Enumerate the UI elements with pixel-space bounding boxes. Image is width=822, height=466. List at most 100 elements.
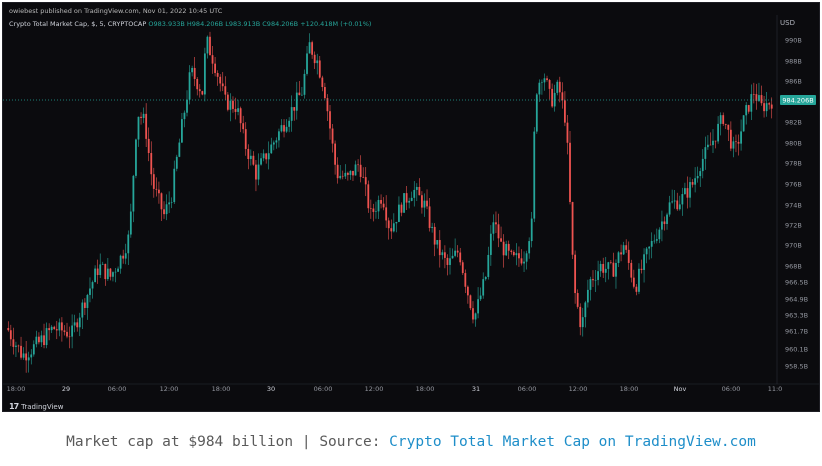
candle-body <box>272 142 275 145</box>
candle-body <box>270 144 273 154</box>
candle-body <box>137 116 140 140</box>
candle-body <box>265 153 268 160</box>
candle-body <box>17 345 20 347</box>
candle-body <box>530 218 533 242</box>
x-tick-label: 06:00 <box>314 385 333 393</box>
candle-body <box>40 335 43 343</box>
candle-body <box>546 78 548 81</box>
candle-body <box>525 253 528 262</box>
candle-body <box>295 92 298 111</box>
candle-body <box>686 188 689 198</box>
candle-body <box>497 224 500 239</box>
candle-body <box>747 105 750 112</box>
candle-body <box>109 268 112 277</box>
candle-body <box>724 123 727 125</box>
candle-body <box>104 263 107 280</box>
candle-body <box>76 322 79 328</box>
candle-body <box>699 171 702 177</box>
candle-body <box>188 72 191 100</box>
candle-body <box>198 89 201 92</box>
x-tick-label: 18:00 <box>416 385 435 393</box>
x-tick-label: 12:00 <box>569 385 588 393</box>
candle-body <box>586 289 589 303</box>
symbol-legend[interactable]: Crypto Total Market Cap, $, 5, CRYPTOCAP… <box>9 20 371 28</box>
candle-body <box>625 245 628 250</box>
candle-body <box>740 131 742 144</box>
candle-body <box>68 336 71 338</box>
candle-body <box>612 262 615 277</box>
y-tick-label: 978B <box>785 160 802 168</box>
tradingview-logo[interactable]: 17 TradingView <box>9 402 63 411</box>
candle-body <box>43 335 45 346</box>
candle-body <box>676 200 679 210</box>
candle-body <box>129 211 132 235</box>
y-tick-label: 958.5B <box>785 363 808 371</box>
candle-body <box>27 357 30 361</box>
candle-body <box>112 272 114 277</box>
candle-body <box>78 317 81 328</box>
candle-body <box>38 336 40 343</box>
x-tick-label: 12:00 <box>365 385 384 393</box>
y-tick-label: 986B <box>785 78 802 86</box>
candle-body <box>418 186 421 196</box>
candle-body <box>466 286 469 296</box>
candle-body <box>331 128 334 144</box>
candle-body <box>684 188 686 195</box>
candle-body <box>372 208 375 212</box>
candle-body <box>426 200 428 207</box>
price-axis[interactable]: 990B 988B 986B 982B 980B 978B 976B 974B 972B 970B… <box>785 37 808 371</box>
candle-body <box>249 155 252 160</box>
candle-body <box>30 354 33 358</box>
candle-body <box>89 288 91 295</box>
candle-body <box>632 277 635 287</box>
candle-body <box>640 268 643 270</box>
candle-body <box>229 100 232 110</box>
candle-body <box>117 268 119 272</box>
candle-body <box>234 108 237 112</box>
candle-body <box>346 172 349 175</box>
candle-body <box>523 261 525 264</box>
candle-body <box>364 177 367 185</box>
candle-body <box>712 140 714 146</box>
candle-body <box>339 175 342 179</box>
candle-body <box>592 279 594 281</box>
candle-body <box>709 144 712 146</box>
candle-body <box>454 250 457 256</box>
candle-body <box>242 123 245 130</box>
candle-body <box>487 254 490 277</box>
y-tick-label: 960.1B <box>785 346 808 354</box>
candle-body <box>507 243 510 251</box>
candle-body <box>119 255 122 269</box>
candle-body <box>765 103 768 112</box>
chart-panel[interactable]: 990B 988B 986B 982B 980B 978B 976B 974B 972B 970B… <box>2 2 820 412</box>
candle-body <box>459 252 462 263</box>
candle-body <box>181 119 183 143</box>
candle-body <box>602 263 605 273</box>
candle-body <box>638 268 640 292</box>
time-axis[interactable]: 18:00 29 06:00 12:00 18:00 30 06:00 12:00 18:00 3… <box>3 15 819 393</box>
tradingview-logo-text: TradingView <box>21 402 64 411</box>
candle-body <box>770 104 773 109</box>
candle-body <box>551 88 554 107</box>
source-link[interactable]: Crypto Total Market Cap on TradingView.c… <box>389 434 756 450</box>
candle-body <box>387 220 390 229</box>
candle-body <box>431 226 434 228</box>
candle-body <box>357 164 359 166</box>
candle-body <box>403 193 405 213</box>
y-tick-label: 966.5B <box>785 279 808 287</box>
candle-body <box>260 158 262 165</box>
candle-body <box>696 176 699 179</box>
x-tick-label: 11:0 <box>768 385 783 393</box>
candle-body <box>581 317 584 328</box>
x-tick-label: 29 <box>62 385 70 393</box>
y-tick-label: 988B <box>785 58 802 66</box>
candle-body <box>362 176 365 178</box>
candle-body <box>502 241 505 256</box>
candle-body <box>63 330 66 332</box>
candle-body <box>510 250 513 252</box>
candlestick-chart[interactable]: 990B 988B 986B 982B 980B 978B 976B 974B 972B 970B… <box>3 3 819 411</box>
candle-body <box>484 276 487 280</box>
last-price-label: 984.206B <box>782 96 813 104</box>
candle-body <box>160 193 163 210</box>
candle-body <box>99 264 102 276</box>
